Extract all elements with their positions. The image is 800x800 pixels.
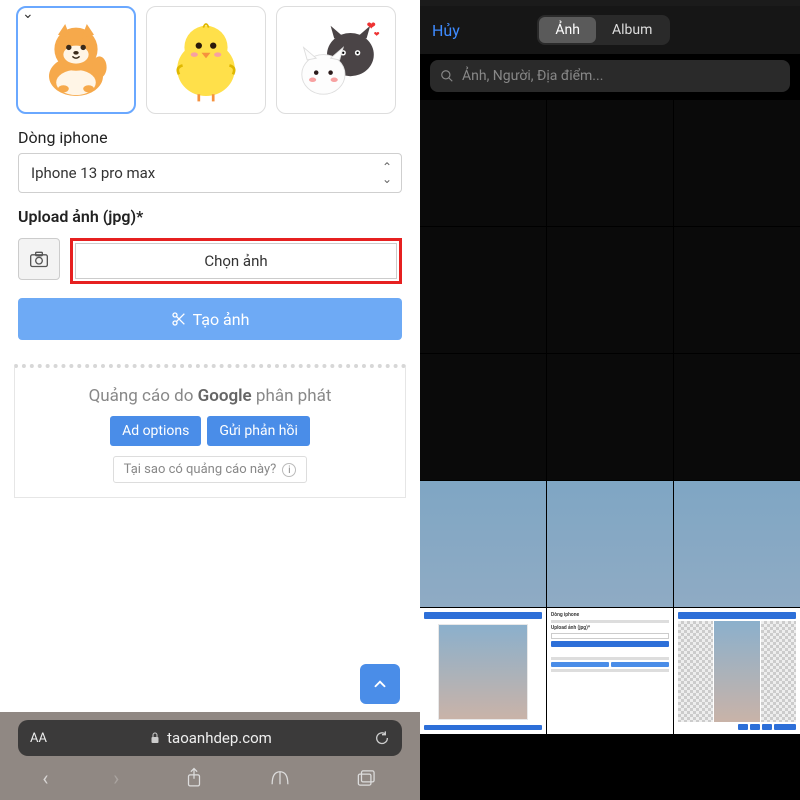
photo-thumbnail[interactable]: [547, 100, 673, 226]
google-ad-box: Quảng cáo do Google phân phát Ad options…: [14, 364, 406, 498]
sticker-chick[interactable]: [146, 6, 266, 114]
tabs-icon[interactable]: [356, 768, 378, 788]
phone-model-value: Iphone 13 pro max: [18, 153, 402, 193]
photo-thumbnail[interactable]: [547, 354, 673, 480]
photo-thumbnail[interactable]: [547, 481, 673, 607]
camera-icon: [29, 250, 49, 268]
nav-forward-button[interactable]: ›: [113, 766, 119, 790]
photo-thumbnail[interactable]: [674, 227, 800, 353]
segment-photos[interactable]: Ảnh: [539, 17, 596, 43]
ad-options-button[interactable]: Ad options: [110, 416, 201, 446]
upload-row: Chọn ảnh: [0, 232, 420, 284]
chevron-down-icon[interactable]: ⌄: [22, 6, 34, 22]
choose-image-button[interactable]: Chọn ảnh: [75, 243, 397, 279]
photo-thumbnail-screenshot[interactable]: [420, 608, 546, 734]
url-bar[interactable]: AA taoanhdep.com: [18, 720, 402, 756]
ad-title: Quảng cáo do Google phân phát: [25, 386, 395, 406]
bookmarks-icon[interactable]: [269, 768, 291, 788]
phone-model-select[interactable]: Iphone 13 pro max ⌃⌄: [18, 153, 402, 193]
search-placeholder: Ảnh, Người, Địa điểm...: [462, 68, 603, 84]
photo-picker-panel: Hủy Ảnh Album Ảnh, Người, Địa điểm... Dò…: [420, 0, 800, 800]
text-size-button[interactable]: AA: [30, 731, 47, 746]
scissors-icon: [171, 311, 187, 327]
camera-button[interactable]: [18, 238, 60, 280]
photo-thumbnail[interactable]: [420, 354, 546, 480]
scroll-top-button[interactable]: [360, 664, 400, 704]
create-image-button[interactable]: Tạo ảnh: [18, 298, 402, 340]
photo-thumbnail-screenshot[interactable]: [674, 608, 800, 734]
choose-image-highlight: Chọn ảnh: [70, 238, 402, 284]
search-icon: [440, 69, 454, 83]
photo-thumbnail[interactable]: [547, 227, 673, 353]
svg-text:❤: ❤: [374, 30, 380, 39]
photo-search-input[interactable]: Ảnh, Người, Địa điểm...: [430, 60, 790, 92]
create-image-label: Tạo ảnh: [193, 310, 250, 329]
phone-model-label: Dòng iphone: [0, 114, 420, 153]
share-icon[interactable]: [184, 767, 204, 789]
webpage-panel: ⌄: [0, 0, 420, 800]
cancel-button[interactable]: Hủy: [432, 21, 460, 40]
chevron-up-icon: [371, 675, 389, 693]
nav-back-button[interactable]: ‹: [42, 766, 48, 790]
picker-header: Hủy Ảnh Album: [420, 6, 800, 54]
photo-thumbnail-screenshot[interactable]: Dòng iphone Upload ảnh (jpg)*: [547, 608, 673, 734]
photo-thumbnail[interactable]: [420, 481, 546, 607]
upload-label: Upload ảnh (jpg)*: [0, 193, 420, 232]
segment-albums[interactable]: Album: [596, 17, 668, 43]
safari-toolbar: AA taoanhdep.com ‹ ›: [0, 712, 420, 800]
sticker-row: ❤ ❤: [0, 6, 420, 114]
reload-icon[interactable]: [374, 730, 390, 746]
photo-grid: Dòng iphone Upload ảnh (jpg)*: [420, 100, 800, 800]
photo-thumbnail[interactable]: [674, 354, 800, 480]
lock-icon: [149, 731, 161, 745]
url-domain: taoanhdep.com: [167, 729, 272, 747]
info-icon: i: [282, 463, 296, 477]
photo-thumbnail[interactable]: [420, 100, 546, 226]
ad-why-link[interactable]: Tại sao có quảng cáo này? i: [113, 456, 308, 483]
photo-thumbnail[interactable]: [674, 100, 800, 226]
segmented-control: Ảnh Album: [537, 15, 670, 45]
photo-thumbnail[interactable]: [420, 227, 546, 353]
sticker-cats[interactable]: ❤ ❤: [276, 6, 396, 114]
photo-thumbnail[interactable]: [674, 481, 800, 607]
sticker-shiba[interactable]: [16, 6, 136, 114]
select-caret-icon: ⌃⌄: [382, 161, 392, 185]
ad-feedback-button[interactable]: Gửi phản hồi: [207, 416, 310, 446]
